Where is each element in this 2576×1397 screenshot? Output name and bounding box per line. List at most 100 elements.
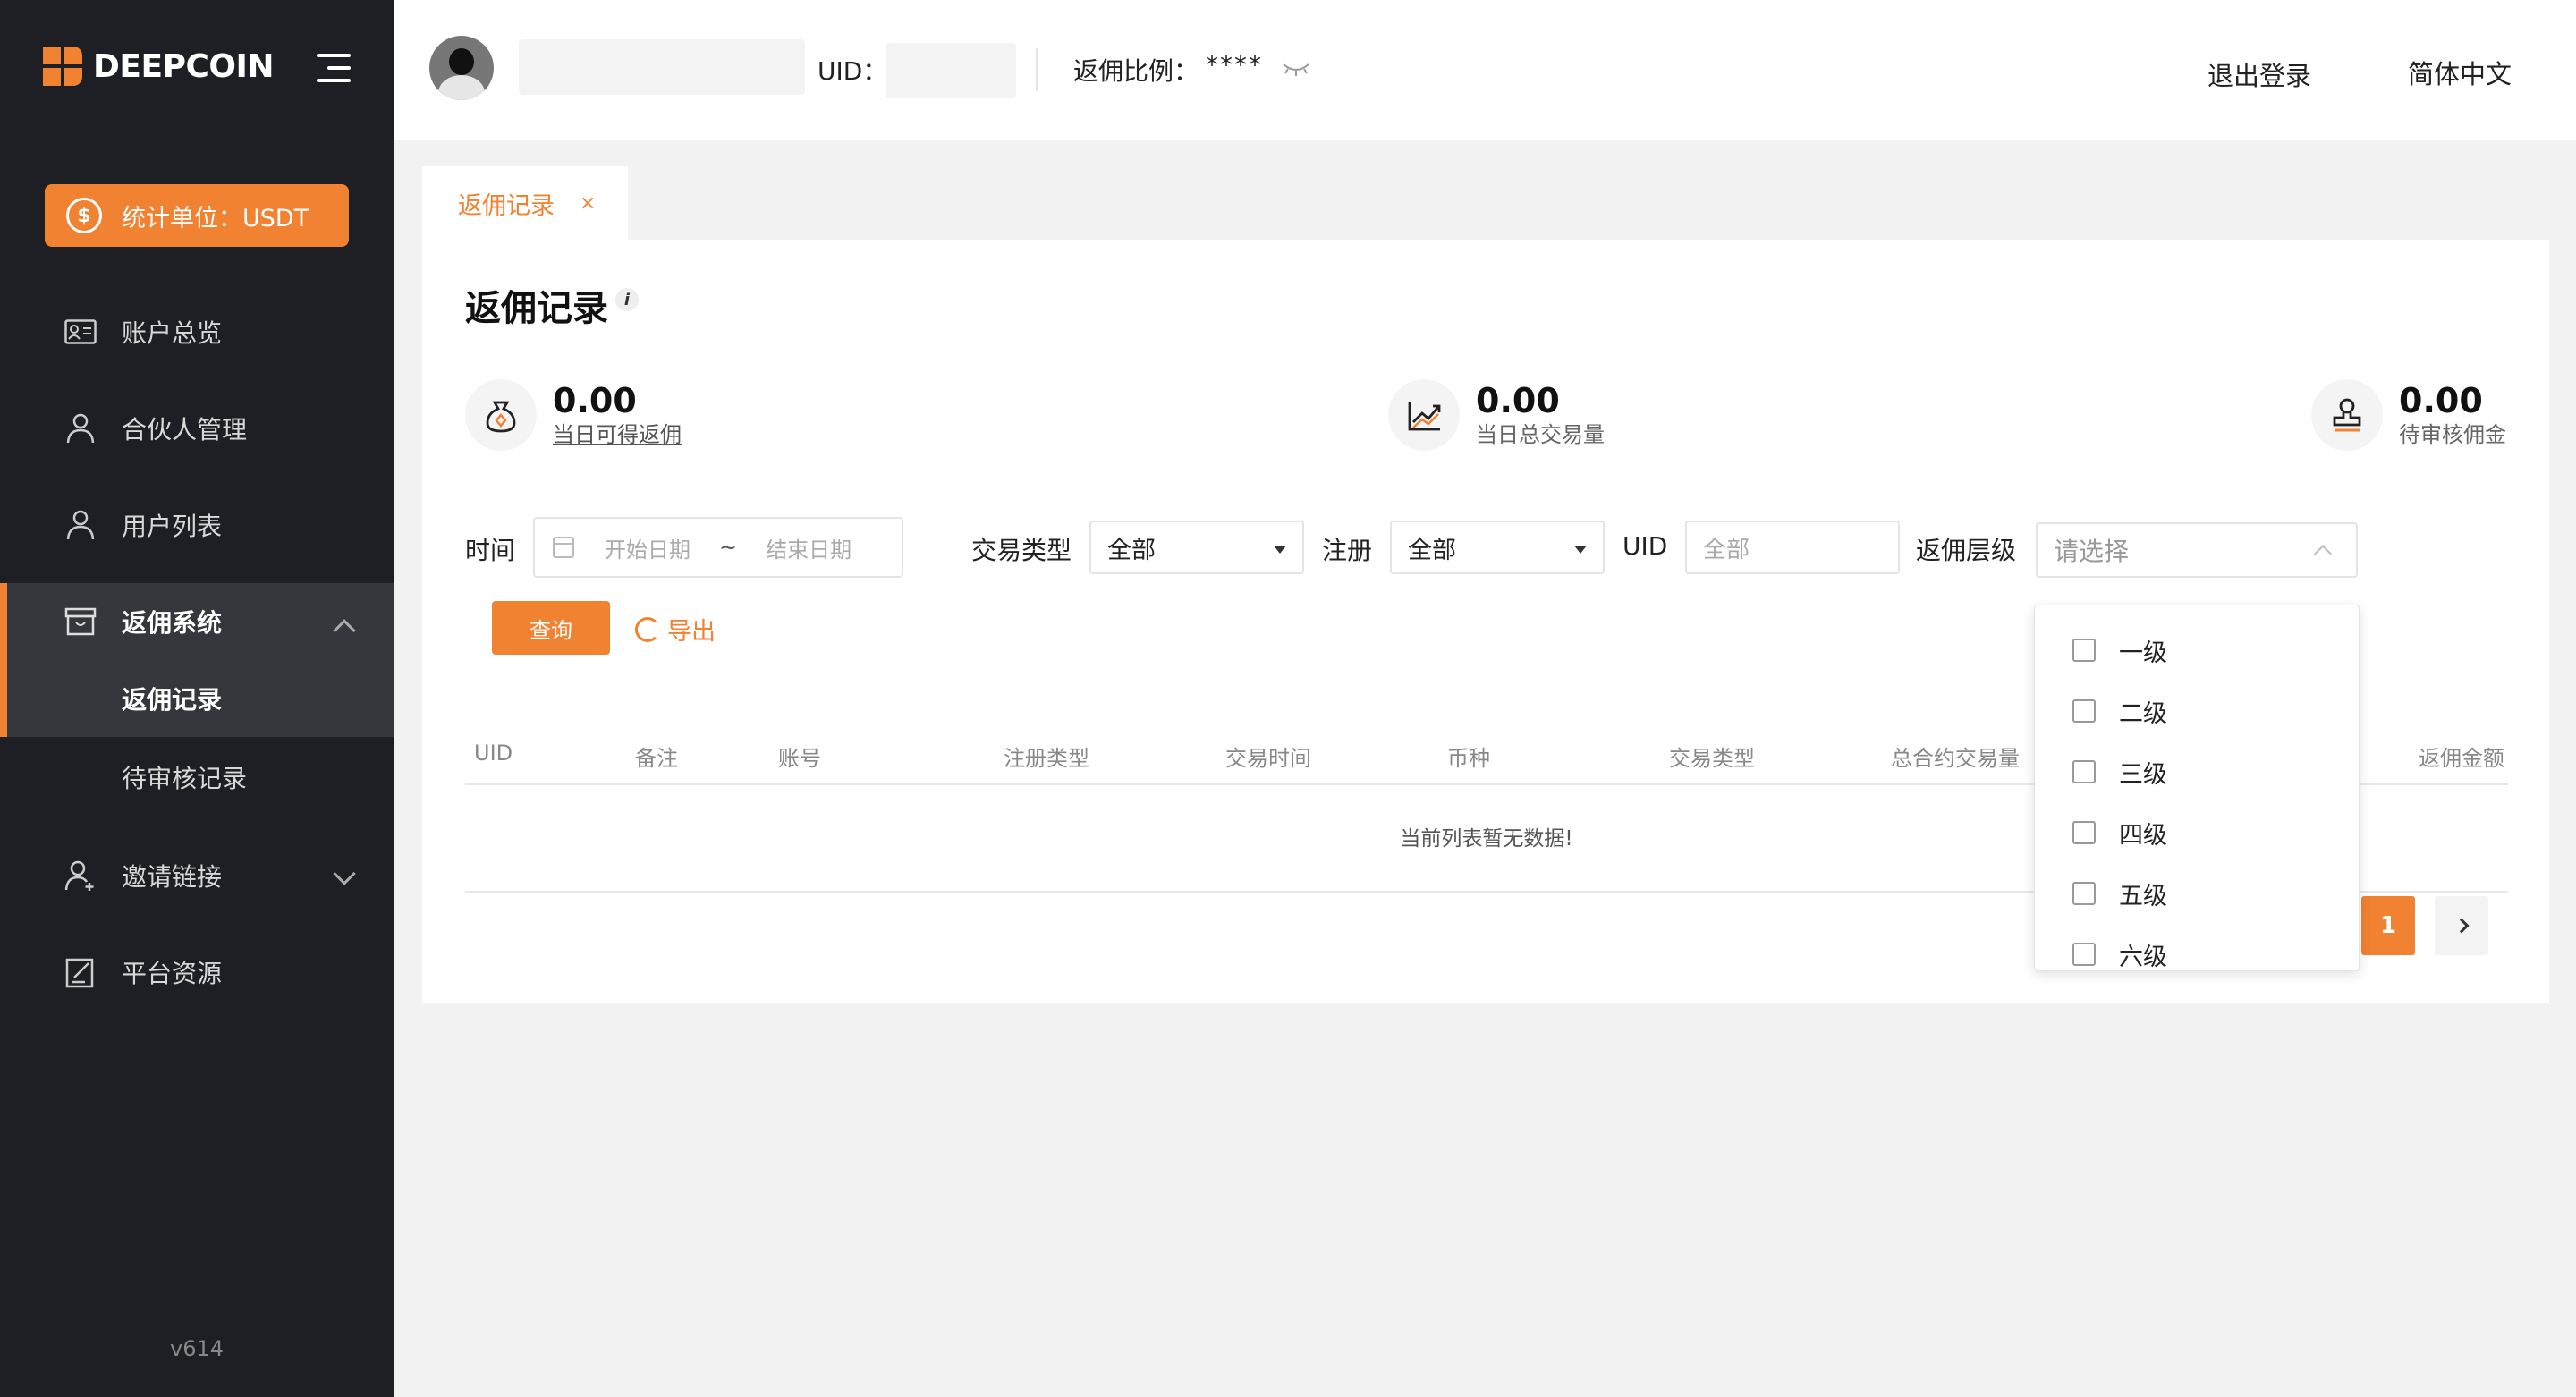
stat-label: 当日总交易量 [1476,422,1605,447]
rebate-level-select[interactable]: 请选择 [2036,522,2358,578]
box-icon [63,604,98,639]
column-header: 备注 [635,746,678,771]
stat-daily-rebate: 0.00 当日可得返佣 [465,379,682,451]
logout-link[interactable]: 退出登录 [2207,55,2311,93]
level-option[interactable]: 四级 [2072,815,2167,851]
avatar[interactable] [429,36,494,100]
select-value: 全部 [1107,536,1156,564]
stat-label: 待审核佣金 [2399,422,2506,447]
chevron-up-icon [333,619,356,642]
id-card-icon [63,314,98,350]
level-option[interactable]: 五级 [2072,876,2167,911]
sidebar-subitem-pending-review[interactable]: 待审核记录 [0,739,394,816]
level-option[interactable]: 三级 [2072,754,2167,790]
calendar-icon [553,537,574,558]
sidebar-item-label: 用户列表 [122,512,223,541]
trade-type-label: 交易类型 [971,536,1072,565]
date-range-picker[interactable]: 开始日期 ~ 结束日期 [533,517,903,578]
sidebar-item-label: 账户总览 [122,318,223,348]
column-header: 返佣金额 [2419,746,2504,771]
stat-label-link[interactable]: 当日可得返佣 [553,420,682,449]
rebate-ratio-label: 返佣比例： [1073,56,1199,86]
sidebar-item-platform-resources[interactable]: 平台资源 [0,934,394,1011]
sidebar-item-label: 待审核记录 [122,764,248,793]
sidebar-item-label: 邀请链接 [122,862,223,892]
level-option[interactable]: 二级 [2072,693,2167,729]
option-label: 三级 [2119,760,2167,789]
page-title: 返佣记录 [465,288,608,329]
register-select[interactable]: 全部 [1390,521,1605,574]
username-redacted [519,39,805,95]
brand-name: DEEPCOIN [93,47,275,85]
chevron-right-icon [2453,918,2470,934]
edit-doc-icon [63,954,98,990]
export-button[interactable]: 导出 [635,612,716,647]
trade-type-select[interactable]: 全部 [1089,521,1304,574]
menu-collapse-icon[interactable] [317,54,351,82]
end-date-input[interactable]: 结束日期 [766,532,852,563]
sidebar: DEEPCOIN $ 统计单位：USDT 账户总览 合伙人管理 用户列表 返佣系… [0,0,394,1397]
page-button-current[interactable]: 1 [2361,896,2415,955]
sidebar-item-rebate-system[interactable]: 返佣系统 [0,583,394,660]
eye-closed-icon[interactable] [1281,59,1311,79]
checkbox[interactable] [2072,760,2096,783]
time-filter-label: 时间 [465,536,516,565]
tab-label: 返佣记录 [458,191,555,220]
stat-unit-button[interactable]: $ 统计单位：USDT [45,184,349,247]
stat-pending-commission: 0.00 待审核佣金 [2311,379,2506,451]
uid-value-redacted [886,43,1016,98]
money-bag-icon [465,379,537,451]
rebate-level-dropdown: 一级 二级 三级 四级 五级 六级 [2034,605,2360,971]
query-button[interactable]: 查询 [492,601,610,655]
logo[interactable]: DEEPCOIN [43,47,275,86]
stamp-icon [2311,379,2383,451]
checkbox[interactable] [2072,943,2096,966]
caret-down-icon [1274,546,1286,554]
deepcoin-logo-icon [43,47,82,86]
info-icon[interactable]: i [615,288,639,311]
option-label: 五级 [2119,882,2167,910]
top-header: UID： 返佣比例： **** 退出登录 简体中文 [394,0,2576,140]
option-label: 二级 [2119,699,2167,728]
sidebar-item-account-overview[interactable]: 账户总览 [0,293,394,370]
column-header: 注册类型 [1004,746,1089,771]
option-label: 四级 [2119,821,2167,850]
rebate-ratio-value: **** [1206,50,1263,80]
checkbox[interactable] [2072,821,2096,844]
caret-down-icon [1574,546,1587,554]
person-icon [63,507,98,543]
sidebar-item-user-list[interactable]: 用户列表 [0,487,394,563]
sidebar-item-invite-link[interactable]: 邀请链接 [0,837,394,914]
column-header: 账号 [778,746,821,771]
trend-chart-icon [1388,379,1460,451]
option-label: 六级 [2119,943,2167,971]
app-version: v614 [169,1336,224,1361]
next-page-button[interactable] [2435,896,2488,955]
language-selector[interactable]: 简体中文 [2408,54,2512,91]
header-divider [1036,48,1038,91]
level-option[interactable]: 六级 [2072,936,2167,971]
checkbox[interactable] [2072,882,2096,905]
rebate-level-label: 返佣层级 [1916,536,2017,565]
stat-value: 0.00 [2399,381,2483,420]
checkbox[interactable] [2072,699,2096,723]
select-value: 全部 [1408,536,1456,564]
column-header: 交易时间 [1225,746,1311,771]
uid-label: UID： [818,56,888,86]
level-option[interactable]: 一级 [2072,632,2167,668]
chevron-down-icon [333,862,356,885]
select-placeholder: 请选择 [2054,537,2130,566]
start-date-input[interactable]: 开始日期 [605,532,691,563]
sidebar-item-label: 合伙人管理 [122,415,248,444]
column-header: 交易类型 [1669,746,1755,771]
stat-unit-label: 统计单位：USDT [122,204,309,233]
uid-filter-label: UID [1623,531,1668,561]
sidebar-item-partner-management[interactable]: 合伙人管理 [0,390,394,467]
sidebar-subitem-rebate-records[interactable]: 返佣记录 [0,660,394,737]
sidebar-item-label: 返佣系统 [122,608,223,638]
checkbox[interactable] [2072,639,2096,662]
stat-value: 0.00 [1476,381,1560,420]
uid-input[interactable]: 全部 [1685,521,1900,574]
tab-rebate-records[interactable]: 返佣记录 × [422,166,628,240]
close-icon[interactable]: × [580,192,596,215]
